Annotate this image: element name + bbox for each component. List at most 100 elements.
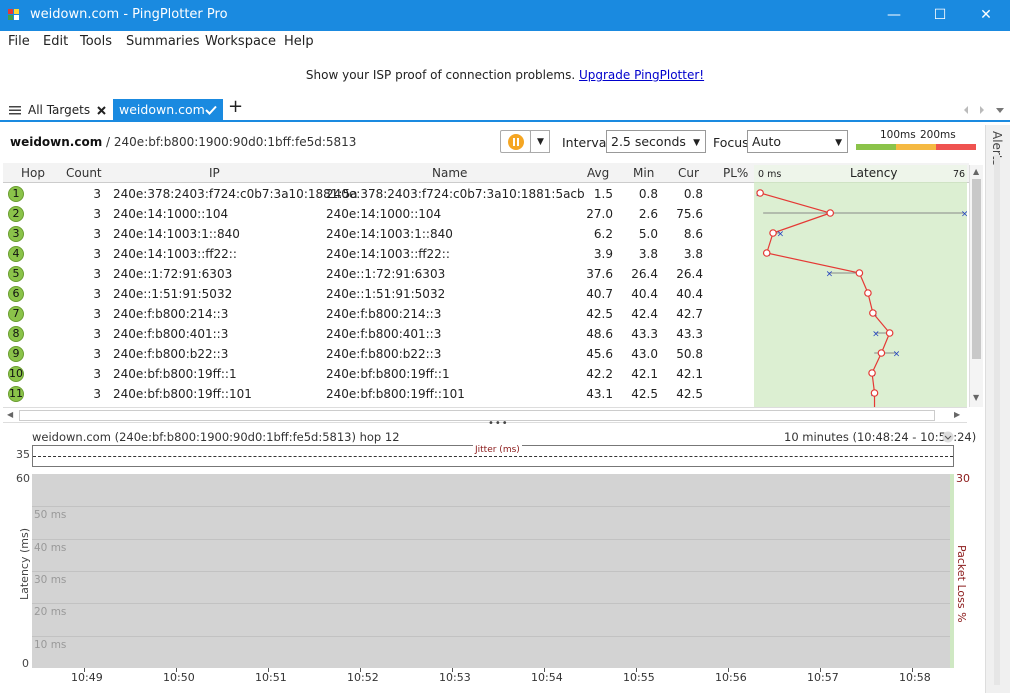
alerts-sidebar[interactable]: Alerts xyxy=(985,125,1010,693)
upgrade-link[interactable]: Upgrade PingPlotter! xyxy=(579,68,704,82)
tab-all-targets[interactable]: All Targets xyxy=(6,99,114,119)
grid-line xyxy=(32,571,950,572)
cell-ip: 240e:14:1003:1::840 xyxy=(113,227,240,241)
tab-bar: All Targets weidown.com + xyxy=(0,96,1010,120)
cell-cur: 42.5 xyxy=(676,387,703,401)
chevron-down-icon[interactable] xyxy=(942,431,954,443)
menu-summaries[interactable]: Summaries xyxy=(126,34,200,49)
grid-label: 20 ms xyxy=(34,606,67,619)
table-row[interactable]: 8 3 240e:f:b800:401::3 240e:f:b800:401::3 48… xyxy=(3,324,756,344)
close-button[interactable]: ✕ xyxy=(963,0,1009,31)
col-count[interactable]: Count xyxy=(66,166,102,180)
cell-min: 2.6 xyxy=(638,207,658,221)
avg-latency-point xyxy=(855,269,864,277)
col-pl[interactable]: PL% xyxy=(723,166,748,180)
table-row[interactable]: 10 3 240e:bf:b800:19ff::1 240e:bf:b800:19ff… xyxy=(3,364,756,384)
current-latency-mark: × xyxy=(777,230,785,240)
cell-hop: 7 xyxy=(8,306,24,322)
x-tick-label: 10:55 xyxy=(623,671,655,684)
add-tab-button[interactable]: + xyxy=(228,96,243,117)
cell-min: 0.8 xyxy=(638,187,658,201)
menu-bar: File Edit Tools Summaries Workspace Help xyxy=(0,31,1010,53)
grid-label: 30 ms xyxy=(34,574,67,586)
col-cur[interactable]: Cur xyxy=(678,166,699,180)
col-name[interactable]: Name xyxy=(432,166,467,180)
interval-label: Interval xyxy=(562,135,610,150)
table-row[interactable]: 7 3 240e:f:b800:214::3 240e:f:b800:214::3 42… xyxy=(3,304,756,324)
focus-select[interactable]: Auto ▼ xyxy=(747,130,848,153)
splitter-handle[interactable]: ••• xyxy=(488,418,509,429)
grid-vertical-scrollbar[interactable]: ▲ ▼ xyxy=(969,165,983,407)
table-row[interactable]: 5 3 240e::1:72:91:6303 240e::1:72:91:6303 37… xyxy=(3,264,756,284)
cell-hop: 8 xyxy=(8,326,24,342)
pause-button[interactable] xyxy=(500,130,531,153)
col-hop[interactable]: Hop xyxy=(21,166,45,180)
cell-name: 240e:f:b800:b22::3 xyxy=(326,347,442,361)
latency-time-chart[interactable]: 50 ms 40 ms 30 ms 20 ms 10 ms xyxy=(32,474,950,668)
table-row[interactable]: 6 3 240e::1:51:91:5032 240e::1:51:91:5032 40… xyxy=(3,284,756,304)
cell-name: 240e:14:1000::104 xyxy=(326,207,442,221)
x-tick-label: 10:50 xyxy=(163,671,195,684)
cell-count: 3 xyxy=(93,227,101,241)
cell-count: 3 xyxy=(93,187,101,201)
check-icon xyxy=(205,105,217,115)
menu-workspace[interactable]: Workspace xyxy=(205,34,276,49)
cell-count: 3 xyxy=(93,347,101,361)
table-row[interactable]: 2 3 240e:14:1000::104 240e:14:1000::104 27.0… xyxy=(3,204,756,224)
cell-hop: 1 xyxy=(8,186,24,202)
table-row[interactable]: 9 3 240e:f:b800:b22::3 240e:f:b800:b22::3 45… xyxy=(3,344,756,364)
grid-line xyxy=(32,538,950,540)
tab-scroll-icon[interactable] xyxy=(964,106,1006,114)
menu-tools[interactable]: Tools xyxy=(80,34,112,49)
col-min[interactable]: Min xyxy=(633,166,654,180)
x-tick-label: 10:58 xyxy=(899,671,931,684)
menu-edit[interactable]: Edit xyxy=(43,34,68,49)
focus-label: Focus xyxy=(713,135,749,150)
cell-hop: 4 xyxy=(8,246,24,262)
packet-loss-strip xyxy=(950,474,954,668)
cell-min: 40.4 xyxy=(631,287,658,301)
y-min-label: 0 xyxy=(22,657,29,670)
window-title: weidown.com - PingPlotter Pro xyxy=(30,7,228,22)
menu-file[interactable]: File xyxy=(8,34,30,49)
avg-latency-point xyxy=(826,209,835,217)
table-row[interactable]: 3 3 240e:14:1003:1::840 240e:14:1003:1::840… xyxy=(3,224,756,244)
cell-name: 240e:14:1003::ff22:: xyxy=(326,247,450,261)
focus-value: Auto xyxy=(752,134,782,149)
sidebar-scrollbar[interactable] xyxy=(994,155,1000,685)
cell-name: 240e:bf:b800:19ff::1 xyxy=(326,367,450,381)
tab-all-targets-label: All Targets xyxy=(28,103,91,117)
cell-hop: 3 xyxy=(8,226,24,242)
cell-cur: 3.8 xyxy=(683,247,703,261)
col-avg[interactable]: Avg xyxy=(587,166,609,180)
interval-select[interactable]: 2.5 seconds ▼ xyxy=(606,130,706,153)
latency-title: Latency xyxy=(850,166,898,180)
table-row[interactable]: 11 3 240e:bf:b800:19ff::101 240e:bf:b800:19… xyxy=(3,384,756,404)
scale-200-label: 200ms xyxy=(920,129,956,141)
cell-ip: 240e:f:b800:b22::3 xyxy=(113,347,229,361)
table-row[interactable]: 4 3 240e:14:1003::ff22:: 240e:14:1003::ff22… xyxy=(3,244,756,264)
cell-avg: 37.6 xyxy=(586,267,613,281)
cell-avg: 45.6 xyxy=(586,347,613,361)
maximize-button[interactable]: ☐ xyxy=(917,0,963,31)
cell-count: 3 xyxy=(93,247,101,261)
target-toolbar: weidown.com / 240e:bf:b800:1900:90d0:1bf… xyxy=(2,125,982,157)
cell-count: 3 xyxy=(93,367,101,381)
cell-count: 3 xyxy=(93,267,101,281)
col-ip[interactable]: IP xyxy=(209,166,220,180)
grid-horizontal-scrollbar[interactable]: ◀ ▶ xyxy=(3,407,967,423)
tab-weidown-label: weidown.com xyxy=(119,102,205,117)
menu-help[interactable]: Help xyxy=(284,34,314,49)
cell-count: 3 xyxy=(93,327,101,341)
x-tick-label: 10:56 xyxy=(715,671,747,684)
tab-weidown[interactable]: weidown.com xyxy=(113,99,223,120)
close-tab-icon[interactable] xyxy=(97,106,106,115)
cell-ip: 240e:f:b800:401::3 xyxy=(113,327,229,341)
minimize-button[interactable]: — xyxy=(871,0,917,31)
table-row[interactable]: 1 3 240e:378:2403:f724:c0b7:3a10:1881:5a 24… xyxy=(3,184,756,204)
cell-min: 3.8 xyxy=(638,247,658,261)
pause-dropdown-button[interactable]: ▼ xyxy=(530,130,550,153)
grid-line xyxy=(32,506,950,508)
cell-name: 240e:378:2403:f724:c0b7:3a10:1881:5acb xyxy=(326,187,585,201)
cell-min: 5.0 xyxy=(638,227,658,241)
